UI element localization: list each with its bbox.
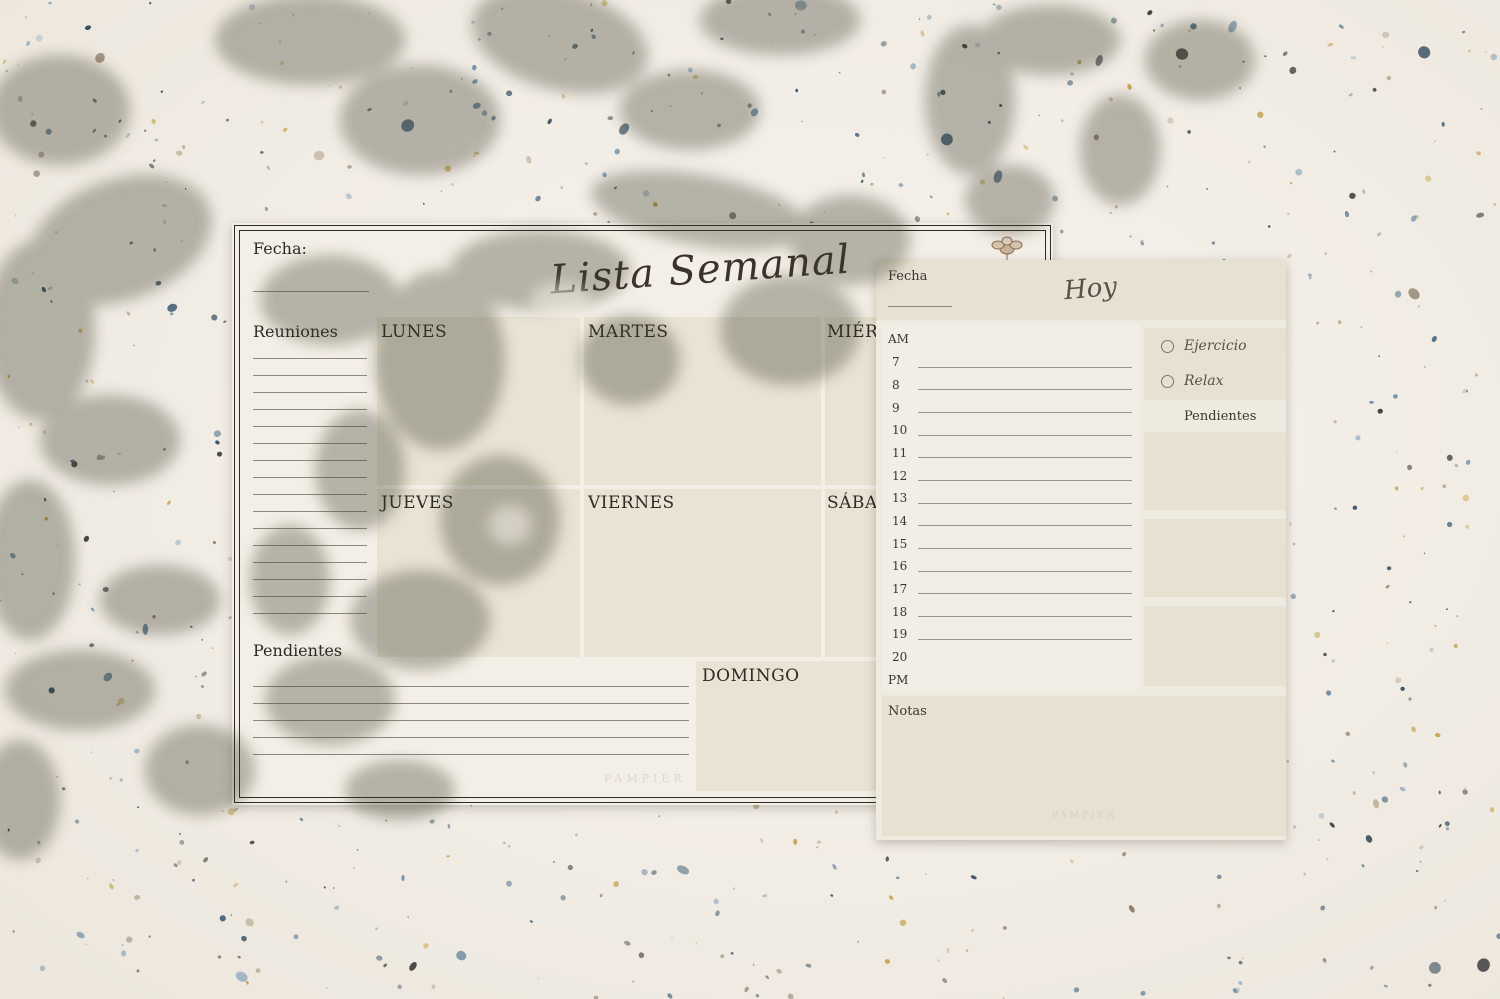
daily-fecha-line: [888, 306, 952, 307]
reuniones-line: [253, 460, 367, 461]
day-cell-viernes: [584, 489, 821, 657]
pm-label: PM: [888, 673, 909, 687]
hour-label: 20: [892, 650, 908, 664]
day-label-domingo: DOMINGO: [702, 666, 800, 686]
checkbox-circle-icon[interactable]: [1161, 375, 1174, 388]
daily-planner-sheet: Fecha Hoy AM PM 7 8 9 10 11 12 13 14 15 …: [876, 260, 1286, 840]
fecha-label: Fecha:: [253, 239, 307, 258]
hour-line: [918, 367, 1132, 368]
hour-line: [918, 480, 1132, 481]
daily-brand-watermark: PAMPIER: [1052, 811, 1117, 821]
hour-line: [918, 639, 1132, 640]
reuniones-line: [253, 613, 367, 614]
pendientes-block: [1144, 432, 1286, 510]
am-label: AM: [888, 332, 909, 346]
reuniones-line: [253, 426, 367, 427]
pendientes-block: [1144, 519, 1286, 597]
reuniones-line: [253, 596, 367, 597]
hour-label: 8: [892, 378, 900, 392]
pendientes-line: [253, 754, 689, 755]
pendientes-line: [253, 737, 689, 738]
reuniones-line: [253, 477, 367, 478]
reuniones-line: [253, 545, 367, 546]
pendientes-label: Pendientes: [253, 641, 343, 660]
day-label-sabado: SÁBA: [827, 493, 878, 513]
hour-label: 13: [892, 491, 908, 505]
day-cell-martes: [584, 317, 821, 485]
reuniones-line: [253, 562, 367, 563]
reuniones-line: [253, 494, 367, 495]
notas-label: Notas: [888, 704, 927, 719]
hour-line: [918, 389, 1132, 390]
hour-line: [918, 525, 1132, 526]
hour-line: [918, 548, 1132, 549]
hour-label: 12: [892, 469, 908, 483]
hour-line: [918, 435, 1132, 436]
day-label-jueves: JUEVES: [381, 493, 454, 513]
daily-title: Hoy: [1062, 271, 1119, 307]
hour-label: 14: [892, 514, 908, 528]
hour-line: [918, 457, 1132, 458]
hour-line: [918, 616, 1132, 617]
hour-label: 11: [892, 446, 908, 460]
reuniones-line: [253, 443, 367, 444]
reuniones-line: [253, 528, 367, 529]
hour-label: 10: [892, 423, 908, 437]
hour-label: 19: [892, 627, 908, 641]
reuniones-line: [253, 511, 367, 512]
day-label-lunes: LUNES: [381, 322, 448, 342]
checklist-item-relax: Relax: [1184, 373, 1224, 389]
pendientes-line: [253, 720, 689, 721]
pendientes-block: [1144, 606, 1286, 686]
hour-line: [918, 571, 1132, 572]
hour-line: [918, 593, 1132, 594]
hour-label: 9: [892, 401, 900, 415]
terrazzo-speck: [1464, 787, 1467, 789]
brand-watermark: PAMPIER: [604, 772, 686, 785]
checkbox-circle-icon[interactable]: [1161, 340, 1174, 353]
reuniones-line: [253, 358, 367, 359]
day-cell-jueves: [377, 489, 580, 657]
checklist-item-ejercicio: Ejercicio: [1184, 338, 1247, 354]
schedule-block: [882, 324, 1140, 690]
pendientes-line: [253, 686, 689, 687]
reuniones-line: [253, 579, 367, 580]
day-cell-lunes: [377, 317, 580, 485]
reuniones-line: [253, 392, 367, 393]
day-label-martes: MARTES: [588, 322, 669, 342]
reuniones-label: Reuniones: [253, 322, 338, 341]
hour-label: 18: [892, 605, 908, 619]
hour-label: 7: [892, 355, 900, 369]
hour-line: [918, 412, 1132, 413]
pendientes-line: [253, 703, 689, 704]
hour-label: 17: [892, 582, 908, 596]
hour-line: [918, 503, 1132, 504]
daily-pendientes-label: Pendientes: [1184, 409, 1257, 424]
fecha-line: [253, 291, 369, 292]
reuniones-line: [253, 409, 367, 410]
terrazzo-speck: [163, 219, 166, 225]
day-label-viernes: VIERNES: [588, 493, 675, 513]
daily-fecha-label: Fecha: [888, 269, 928, 284]
hour-label: 15: [892, 537, 908, 551]
reuniones-line: [253, 375, 367, 376]
hour-label: 16: [892, 559, 908, 573]
